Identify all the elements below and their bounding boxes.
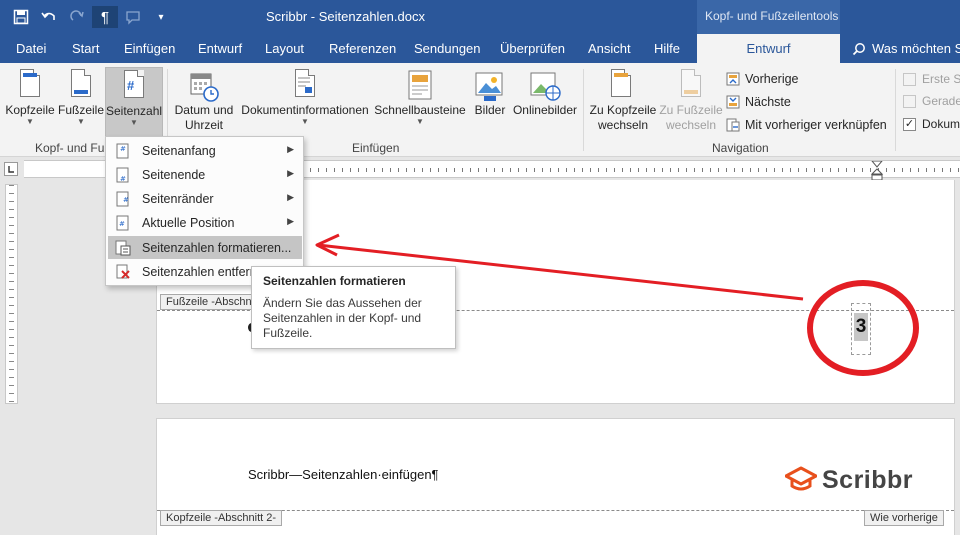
- scribbr-logo: Scribbr: [784, 465, 913, 496]
- same-as-previous-tag: Wie vorherige: [864, 510, 944, 526]
- link-to-previous-icon: [726, 118, 740, 132]
- vorherige-button[interactable]: Vorherige: [726, 69, 799, 89]
- tab-layout[interactable]: Layout: [265, 34, 304, 63]
- tab-einfuegen[interactable]: Einfügen: [124, 34, 175, 63]
- svg-text:#: #: [120, 145, 126, 153]
- group-label-einfuegen: Einfügen: [352, 141, 400, 155]
- comment-icon[interactable]: [120, 6, 146, 28]
- page-number-icon: #: [118, 70, 150, 104]
- chevron-down-icon: ▼: [26, 117, 34, 126]
- remove-page-numbers-icon: [115, 264, 131, 280]
- kopfzeile-button[interactable]: Kopfzeile ▼: [3, 67, 57, 139]
- online-picture-icon: [529, 69, 561, 103]
- footer-page-icon: [65, 69, 97, 103]
- menu-item-seitenraender[interactable]: # Seitenränder ▶: [108, 187, 302, 210]
- vertical-ruler[interactable]: [5, 184, 18, 404]
- tab-referenzen[interactable]: Referenzen: [329, 34, 396, 63]
- checkmark-icon: ✓: [903, 117, 916, 131]
- tab-start[interactable]: Start: [72, 34, 99, 63]
- title-bar: ¶ ▾ Scribbr - Seitenzahlen.docx Kopf- un…: [0, 0, 960, 34]
- chevron-down-icon: ▼: [416, 117, 424, 126]
- dokumentinformationen-button[interactable]: Dokumentinformationen ▼: [237, 67, 373, 139]
- document-title: Scribbr - Seitenzahlen.docx: [266, 9, 425, 24]
- svg-text:#: #: [119, 220, 125, 228]
- checkbox-unchecked: [903, 72, 916, 86]
- svg-text:#: #: [120, 175, 126, 183]
- checkbox-unchecked: [903, 94, 916, 108]
- indent-marker[interactable]: [870, 160, 884, 181]
- menu-item-aktuelle-position[interactable]: # Aktuelle Position ▶: [108, 211, 302, 234]
- mit-vorheriger-verknuepfen-button[interactable]: Mit vorheriger verknüpfen: [726, 115, 887, 135]
- datum-uhrzeit-button[interactable]: Datum und Uhrzeit: [171, 67, 237, 139]
- chevron-down-icon: ▼: [130, 118, 138, 127]
- menu-item-seitenanfang[interactable]: # Seitenanfang ▶: [108, 139, 302, 162]
- show-formatting-marks-button[interactable]: ¶: [92, 6, 118, 28]
- chevron-right-icon: ▶: [287, 192, 294, 202]
- menu-item-seitenzahlen-formatieren[interactable]: Seitenzahlen formatieren...: [108, 236, 302, 259]
- quick-parts-icon: [404, 69, 436, 103]
- next-section-icon: [726, 95, 740, 109]
- tell-me-search[interactable]: Was möchten Si: [852, 34, 960, 63]
- calendar-clock-icon: [188, 69, 220, 103]
- picture-icon: [474, 69, 506, 103]
- format-page-numbers-icon: [115, 240, 131, 256]
- schnellbausteine-button[interactable]: Schnellbausteine ▼: [373, 67, 467, 139]
- erste-seite-checkbox[interactable]: Erste Se: [903, 69, 960, 89]
- redo-icon[interactable]: [64, 6, 90, 28]
- tooltip-body: Ändern Sie das Aussehen der Seitenzahlen…: [263, 296, 422, 340]
- group-label-navigation: Navigation: [712, 141, 769, 155]
- gerade-checkbox[interactable]: Gerade: [903, 91, 960, 111]
- tab-sendungen[interactable]: Sendungen: [414, 34, 481, 63]
- tab-hilfe[interactable]: Hilfe: [654, 34, 680, 63]
- onlinebilder-button[interactable]: Onlinebilder: [510, 67, 580, 139]
- menu-item-seitenende[interactable]: # Seitenende ▶: [108, 163, 302, 186]
- chevron-down-icon: ▼: [301, 117, 309, 126]
- tab-datei[interactable]: Datei: [16, 34, 46, 63]
- tab-ansicht[interactable]: Ansicht: [588, 34, 631, 63]
- tooltip: Seitenzahlen formatieren Ändern Sie das …: [251, 266, 456, 349]
- search-icon: [852, 34, 866, 63]
- tab-ueberpruefen[interactable]: Überprüfen: [500, 34, 565, 63]
- bilder-button[interactable]: Bilder: [470, 67, 510, 139]
- go-to-footer-icon: [675, 69, 707, 103]
- tab-entwurf[interactable]: Entwurf: [198, 34, 242, 63]
- chevron-right-icon: ▶: [287, 216, 294, 226]
- naechste-button[interactable]: Nächste: [726, 92, 791, 112]
- save-icon[interactable]: [8, 6, 34, 28]
- page-margin-icon: #: [115, 191, 131, 207]
- page-number-menu: # Seitenanfang ▶ # Seitenende ▶ # Seiten…: [105, 136, 304, 286]
- tooltip-title: Seitenzahlen formatieren: [263, 274, 406, 288]
- previous-section-icon: [726, 72, 740, 86]
- chevron-right-icon: ▶: [287, 144, 294, 154]
- document-info-icon: [289, 69, 321, 103]
- quick-access-toolbar: ¶ ▾: [8, 6, 174, 28]
- page-number-value: 3: [854, 313, 868, 341]
- page-top-icon: #: [115, 143, 131, 159]
- header-page-icon: [14, 69, 46, 103]
- fusszeile-button[interactable]: Fußzeile ▼: [57, 67, 105, 139]
- graduation-cap-icon: [784, 465, 818, 496]
- go-to-header-icon: [607, 69, 639, 103]
- page-bottom-icon: #: [115, 167, 131, 183]
- tab-selector[interactable]: [4, 162, 18, 176]
- undo-icon[interactable]: [36, 6, 62, 28]
- chevron-right-icon: ▶: [287, 168, 294, 178]
- ribbon-tab-bar: Datei Start Einfügen Entwurf Layout Refe…: [0, 34, 960, 63]
- svg-text:#: #: [123, 196, 129, 204]
- tell-me-label: Was möchten Si: [872, 41, 960, 56]
- dokument-text-checkbox[interactable]: ✓ Dokum: [903, 114, 960, 134]
- zu-kopfzeile-wechseln-button[interactable]: Zu Kopfzeile wechseln: [588, 67, 658, 139]
- header-text[interactable]: Scribbr—Seitenzahlen·einfügen¶: [248, 467, 439, 482]
- contextual-tab-title: Kopf- und Fußzeilentools: [697, 0, 840, 34]
- zu-fusszeile-wechseln-button[interactable]: Zu Fußzeile wechseln: [658, 67, 724, 139]
- seitenzahl-button[interactable]: # Seitenzahl ▼: [105, 67, 163, 140]
- chevron-down-icon: ▼: [77, 117, 85, 126]
- page-position-icon: #: [115, 215, 131, 231]
- page-number-field[interactable]: 3: [851, 303, 871, 355]
- group-label-kopf-fuss: Kopf- und Fu: [35, 141, 105, 155]
- chevron-down-icon[interactable]: ▾: [148, 6, 174, 28]
- header-section-tag: Kopfzeile -Abschnitt 2-: [160, 510, 283, 526]
- tab-kopf-fusszeile-entwurf[interactable]: Entwurf: [697, 34, 840, 63]
